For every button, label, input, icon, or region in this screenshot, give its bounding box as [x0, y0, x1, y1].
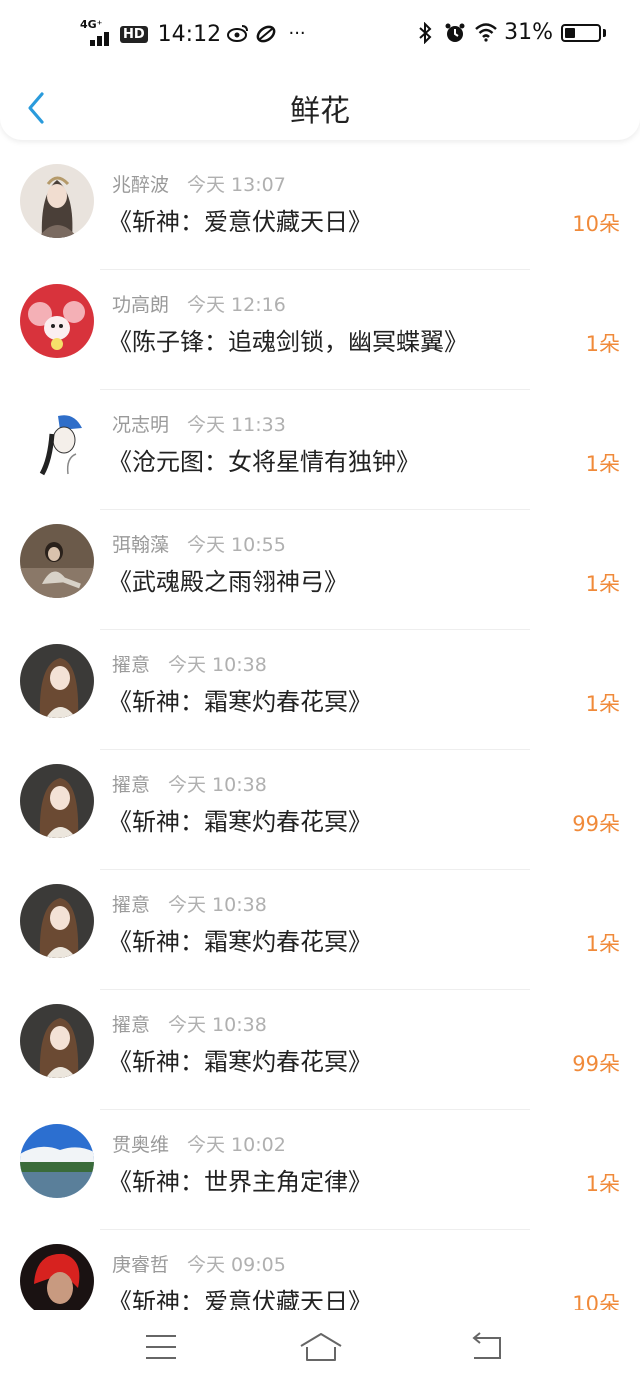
flower-count: 1朵 [585, 332, 620, 356]
flower-count: 1朵 [585, 1172, 620, 1196]
timestamp: 今天 10:02 [187, 1134, 286, 1156]
flower-count: 1朵 [585, 932, 620, 956]
app-notification-icon [255, 23, 277, 45]
avatar[interactable] [20, 164, 94, 238]
status-time: 14:12 [157, 21, 222, 47]
book-title[interactable]: 《斩神：爱意伏藏天日》 [108, 202, 372, 237]
network-type: 4G⁺ [80, 18, 103, 31]
book-title[interactable]: 《斩神：霜寒灼春花冥》 [108, 1042, 372, 1077]
item-meta: 况志明 今天 11:33 [112, 410, 286, 437]
timestamp: 今天 10:55 [187, 534, 286, 556]
flower-count: 1朵 [585, 452, 620, 476]
timestamp: 今天 12:16 [187, 294, 286, 316]
book-title[interactable]: 《沧元图：女将星情有独钟》 [108, 442, 420, 477]
list-item[interactable]: 擢意 今天 10:38 《斩神：霜寒灼春花冥》 1朵 [0, 630, 640, 750]
top-bar: 4G⁺ HD 14:12 ··· 31% 鲜花 [0, 0, 640, 140]
avatar[interactable] [20, 1004, 94, 1078]
status-bar: 4G⁺ HD 14:12 ··· 31% [0, 0, 640, 70]
timestamp: 今天 10:38 [168, 774, 267, 796]
battery-icon [561, 23, 606, 42]
timestamp: 今天 09:05 [187, 1254, 286, 1276]
flower-count: 10朵 [572, 212, 620, 236]
user-name[interactable]: 擢意 [112, 774, 150, 796]
book-title[interactable]: 《武魂殿之雨翎神弓》 [108, 562, 348, 597]
list-item[interactable]: 贯奥维 今天 10:02 《斩神：世界主角定律》 1朵 [0, 1110, 640, 1230]
system-navigation-bar [0, 1310, 640, 1387]
more-notifications-icon: ··· [288, 23, 306, 44]
flower-count: 1朵 [585, 692, 620, 716]
item-meta: 庚睿哲 今天 09:05 [112, 1250, 286, 1277]
flower-gift-list[interactable]: 兆醉波 今天 13:07 《斩神：爱意伏藏天日》 10朵功高朗 今天 12:16 《陈子锋… [0, 150, 640, 1350]
status-right: 31% [414, 20, 606, 45]
list-item[interactable]: 功高朗 今天 12:16 《陈子锋：追魂剑锁，幽冥蝶翼》 1朵 [0, 270, 640, 390]
list-item[interactable]: 况志明 今天 11:33 《沧元图：女将星情有独钟》 1朵 [0, 390, 640, 510]
avatar[interactable] [20, 1124, 94, 1198]
book-title[interactable]: 《斩神：霜寒灼春花冥》 [108, 682, 372, 717]
home-button[interactable] [298, 1330, 344, 1364]
list-item[interactable]: 擢意 今天 10:38 《斩神：霜寒灼春花冥》 99朵 [0, 990, 640, 1110]
user-name[interactable]: 擢意 [112, 654, 150, 676]
flower-count: 99朵 [572, 812, 620, 836]
flower-count: 1朵 [585, 572, 620, 596]
item-meta: 功高朗 今天 12:16 [112, 290, 286, 317]
hd-badge: HD [120, 25, 148, 43]
weibo-icon [227, 23, 249, 45]
menu-icon [146, 1335, 176, 1359]
user-name[interactable]: 弭翰藻 [112, 534, 169, 556]
avatar[interactable] [20, 764, 94, 838]
item-meta: 擢意 今天 10:38 [112, 1010, 267, 1037]
item-meta: 贯奥维 今天 10:02 [112, 1130, 286, 1157]
status-left: 4G⁺ HD 14:12 ··· [80, 18, 311, 48]
item-meta: 擢意 今天 10:38 [112, 890, 267, 917]
book-title[interactable]: 《陈子锋：追魂剑锁，幽冥蝶翼》 [108, 322, 468, 357]
timestamp: 今天 13:07 [187, 174, 286, 196]
timestamp: 今天 10:38 [168, 1014, 267, 1036]
page-title: 鲜花 [290, 94, 350, 129]
home-icon [300, 1333, 342, 1361]
avatar[interactable] [20, 524, 94, 598]
bluetooth-icon [414, 21, 436, 44]
user-name[interactable]: 庚睿哲 [112, 1254, 169, 1276]
return-icon [472, 1332, 501, 1359]
user-name[interactable]: 贯奥维 [112, 1134, 169, 1156]
user-name[interactable]: 兆醉波 [112, 174, 169, 196]
list-item[interactable]: 兆醉波 今天 13:07 《斩神：爱意伏藏天日》 10朵 [0, 150, 640, 270]
avatar[interactable] [20, 644, 94, 718]
return-button[interactable] [468, 1330, 508, 1364]
wifi-icon [474, 22, 497, 44]
menu-button[interactable] [141, 1330, 181, 1364]
list-item[interactable]: 擢意 今天 10:38 《斩神：霜寒灼春花冥》 99朵 [0, 750, 640, 870]
item-meta: 擢意 今天 10:38 [112, 770, 267, 797]
timestamp: 今天 10:38 [168, 654, 267, 676]
timestamp: 今天 10:38 [168, 894, 267, 916]
user-name[interactable]: 擢意 [112, 1014, 150, 1036]
list-item[interactable]: 弭翰藻 今天 10:55 《武魂殿之雨翎神弓》 1朵 [0, 510, 640, 630]
battery-percent: 31% [504, 20, 553, 45]
item-meta: 兆醉波 今天 13:07 [112, 170, 286, 197]
user-name[interactable]: 况志明 [112, 414, 169, 436]
avatar[interactable] [20, 284, 94, 358]
flower-count: 99朵 [572, 1052, 620, 1076]
list-item[interactable]: 擢意 今天 10:38 《斩神：霜寒灼春花冥》 1朵 [0, 870, 640, 990]
timestamp: 今天 11:33 [187, 414, 286, 436]
book-title[interactable]: 《斩神：世界主角定律》 [108, 1162, 372, 1197]
book-title[interactable]: 《斩神：霜寒灼春花冥》 [108, 802, 372, 837]
signal-icon: 4G⁺ [80, 18, 114, 48]
avatar[interactable] [20, 1244, 94, 1318]
item-meta: 弭翰藻 今天 10:55 [112, 530, 286, 557]
alarm-icon [444, 22, 466, 44]
avatar[interactable] [20, 884, 94, 958]
book-title[interactable]: 《斩神：霜寒灼春花冥》 [108, 922, 372, 957]
item-meta: 擢意 今天 10:38 [112, 650, 267, 677]
avatar[interactable] [20, 404, 94, 478]
user-name[interactable]: 功高朗 [112, 294, 169, 316]
user-name[interactable]: 擢意 [112, 894, 150, 916]
